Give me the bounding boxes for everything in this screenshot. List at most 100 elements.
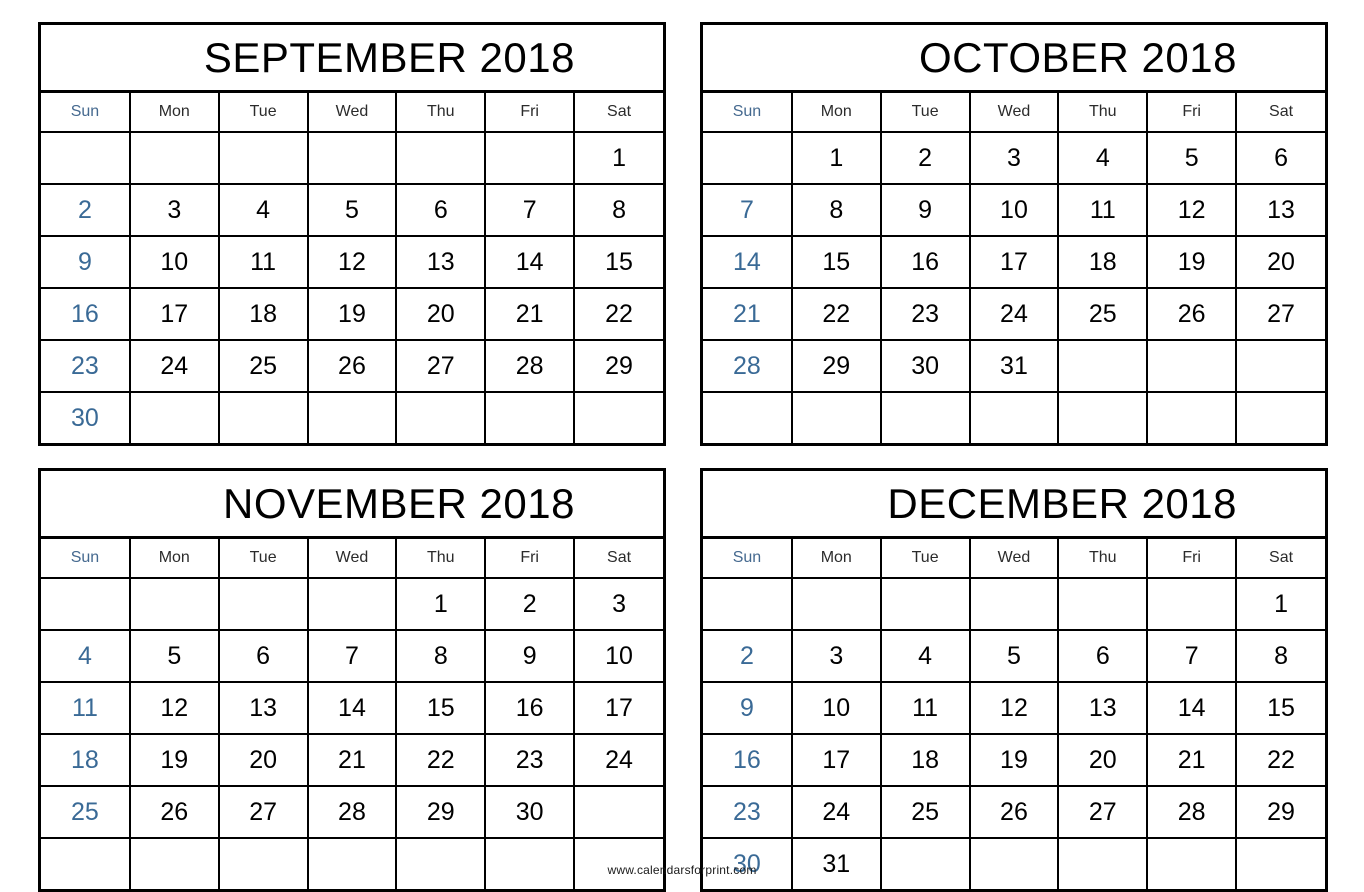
day-cell[interactable] [968, 577, 1060, 631]
day-cell[interactable]: 30 [41, 391, 131, 443]
day-cell[interactable] [703, 577, 793, 631]
day-cell[interactable]: 2 [703, 629, 793, 683]
day-cell[interactable] [306, 391, 398, 443]
day-cell[interactable]: 12 [1146, 183, 1238, 237]
day-cell[interactable]: 26 [128, 785, 220, 839]
day-cell[interactable]: 21 [703, 287, 793, 341]
day-cell[interactable]: 13 [395, 235, 487, 289]
day-cell[interactable]: 6 [395, 183, 487, 237]
day-cell[interactable]: 15 [395, 681, 487, 735]
day-cell[interactable] [484, 131, 576, 185]
day-cell[interactable]: 30 [879, 339, 971, 393]
day-cell[interactable] [41, 131, 131, 185]
day-cell[interactable]: 25 [41, 785, 131, 839]
day-cell[interactable]: 8 [1235, 629, 1325, 683]
day-cell[interactable]: 1 [395, 577, 487, 631]
day-cell[interactable]: 23 [879, 287, 971, 341]
day-cell[interactable]: 8 [395, 629, 487, 683]
day-cell[interactable] [41, 577, 131, 631]
day-cell[interactable]: 24 [968, 287, 1060, 341]
day-cell[interactable]: 30 [484, 785, 576, 839]
day-cell[interactable]: 21 [484, 287, 576, 341]
day-cell[interactable]: 27 [1057, 785, 1149, 839]
day-cell[interactable] [217, 131, 309, 185]
day-cell[interactable]: 2 [879, 131, 971, 185]
day-cell[interactable]: 23 [703, 785, 793, 839]
day-cell[interactable]: 24 [790, 785, 882, 839]
day-cell[interactable]: 16 [41, 287, 131, 341]
day-cell[interactable]: 29 [790, 339, 882, 393]
day-cell[interactable] [128, 391, 220, 443]
day-cell[interactable]: 26 [968, 785, 1060, 839]
day-cell[interactable]: 24 [573, 733, 663, 787]
day-cell[interactable]: 10 [573, 629, 663, 683]
day-cell[interactable]: 5 [128, 629, 220, 683]
day-cell[interactable] [484, 391, 576, 443]
day-cell[interactable]: 6 [217, 629, 309, 683]
day-cell[interactable]: 12 [128, 681, 220, 735]
day-cell[interactable]: 14 [484, 235, 576, 289]
day-cell[interactable] [128, 577, 220, 631]
day-cell[interactable]: 27 [217, 785, 309, 839]
day-cell[interactable]: 25 [217, 339, 309, 393]
day-cell[interactable]: 22 [1235, 733, 1325, 787]
day-cell[interactable]: 3 [573, 577, 663, 631]
day-cell[interactable] [395, 131, 487, 185]
day-cell[interactable]: 20 [395, 287, 487, 341]
day-cell[interactable]: 21 [1146, 733, 1238, 787]
day-cell[interactable]: 1 [1235, 577, 1325, 631]
day-cell[interactable]: 18 [41, 733, 131, 787]
day-cell[interactable]: 29 [1235, 785, 1325, 839]
day-cell[interactable]: 22 [395, 733, 487, 787]
day-cell[interactable]: 8 [790, 183, 882, 237]
day-cell[interactable] [879, 391, 971, 443]
day-cell[interactable]: 11 [879, 681, 971, 735]
day-cell[interactable]: 13 [217, 681, 309, 735]
day-cell[interactable] [703, 131, 793, 185]
day-cell[interactable]: 10 [128, 235, 220, 289]
day-cell[interactable]: 21 [306, 733, 398, 787]
day-cell[interactable] [1235, 339, 1325, 393]
day-cell[interactable] [573, 785, 663, 839]
day-cell[interactable]: 2 [41, 183, 131, 237]
day-cell[interactable]: 28 [484, 339, 576, 393]
day-cell[interactable]: 3 [128, 183, 220, 237]
day-cell[interactable] [306, 131, 398, 185]
day-cell[interactable]: 27 [1235, 287, 1325, 341]
day-cell[interactable]: 9 [879, 183, 971, 237]
day-cell[interactable]: 17 [790, 733, 882, 787]
day-cell[interactable]: 16 [879, 235, 971, 289]
day-cell[interactable]: 22 [573, 287, 663, 341]
day-cell[interactable]: 28 [703, 339, 793, 393]
day-cell[interactable]: 23 [484, 733, 576, 787]
day-cell[interactable]: 1 [573, 131, 663, 185]
day-cell[interactable]: 20 [217, 733, 309, 787]
day-cell[interactable]: 5 [968, 629, 1060, 683]
day-cell[interactable]: 16 [484, 681, 576, 735]
day-cell[interactable]: 13 [1235, 183, 1325, 237]
day-cell[interactable]: 10 [790, 681, 882, 735]
day-cell[interactable]: 7 [703, 183, 793, 237]
day-cell[interactable]: 15 [1235, 681, 1325, 735]
day-cell[interactable]: 17 [573, 681, 663, 735]
day-cell[interactable]: 8 [573, 183, 663, 237]
day-cell[interactable]: 14 [703, 235, 793, 289]
day-cell[interactable]: 26 [1146, 287, 1238, 341]
day-cell[interactable] [1057, 339, 1149, 393]
day-cell[interactable]: 2 [484, 577, 576, 631]
day-cell[interactable]: 25 [1057, 287, 1149, 341]
day-cell[interactable]: 3 [790, 629, 882, 683]
day-cell[interactable]: 28 [306, 785, 398, 839]
day-cell[interactable] [217, 391, 309, 443]
day-cell[interactable] [1146, 577, 1238, 631]
day-cell[interactable]: 11 [41, 681, 131, 735]
day-cell[interactable]: 28 [1146, 785, 1238, 839]
day-cell[interactable]: 4 [41, 629, 131, 683]
day-cell[interactable]: 6 [1235, 131, 1325, 185]
day-cell[interactable]: 31 [968, 339, 1060, 393]
day-cell[interactable] [790, 391, 882, 443]
day-cell[interactable]: 7 [1146, 629, 1238, 683]
day-cell[interactable]: 16 [703, 733, 793, 787]
day-cell[interactable]: 7 [306, 629, 398, 683]
day-cell[interactable]: 12 [968, 681, 1060, 735]
